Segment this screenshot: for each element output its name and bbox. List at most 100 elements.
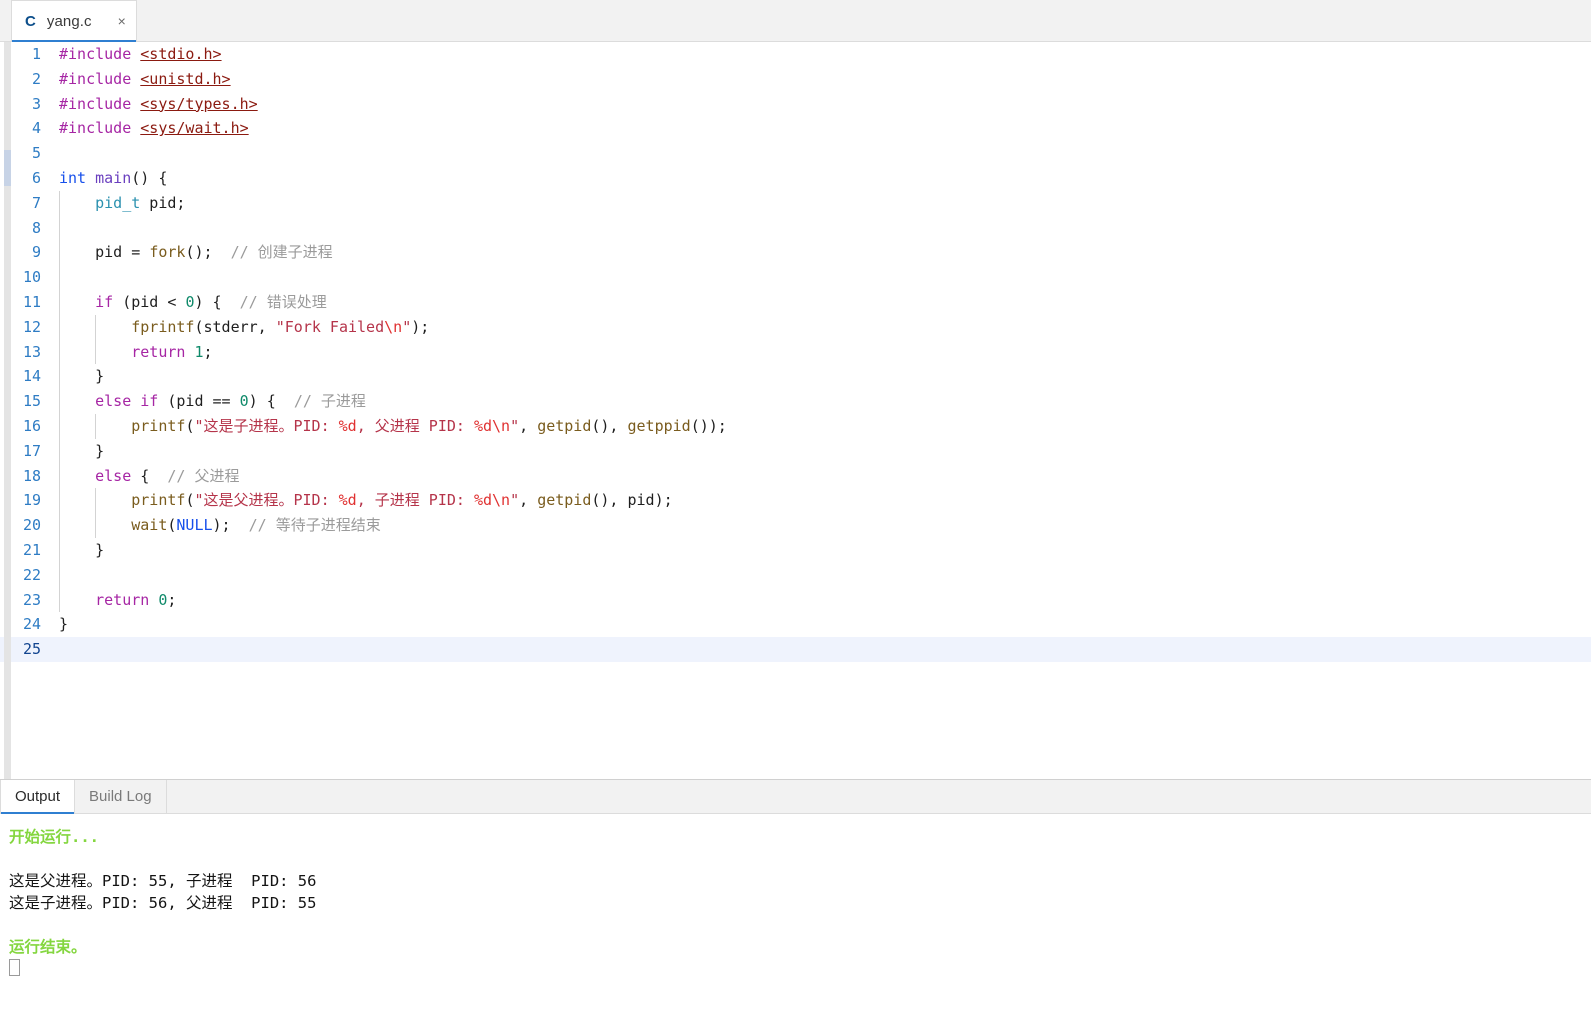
code-line-text: fprintf(stderr, "Fork Failed\n");: [59, 315, 1591, 340]
code-token: main: [95, 168, 132, 187]
code-token: pid;: [140, 193, 186, 212]
code-editor-area[interactable]: 1 #include <stdio.h> 2 #include <unistd.h> 3…: [0, 42, 1591, 779]
code-token: ) {: [248, 392, 294, 411]
code-token: }: [59, 441, 105, 460]
code-token: %d: [338, 416, 357, 435]
code-line[interactable]: 2 #include <unistd.h>: [0, 67, 1591, 92]
output-tab-bar-filler: [167, 780, 1591, 813]
code-line[interactable]: 20 wait(NULL); // 等待子进程结束: [0, 513, 1591, 538]
code-line[interactable]: 5: [0, 141, 1591, 166]
code-token: <unistd.h>: [140, 69, 231, 88]
code-line[interactable]: 13 return 1;: [0, 340, 1591, 365]
code-line-text: return 1;: [59, 340, 1591, 365]
output-tab-label: Build Log: [89, 788, 152, 805]
code-line[interactable]: 16 printf("这是子进程。PID: %d, 父进程 PID: %d\n"…: [0, 414, 1591, 439]
code-line[interactable]: 21 }: [0, 538, 1591, 563]
code-token: (), pid);: [591, 491, 673, 510]
code-token: pid_t: [95, 193, 141, 212]
code-line-text: printf("这是子进程。PID: %d, 父进程 PID: %d\n", g…: [59, 414, 1591, 439]
code-line[interactable]: 22: [0, 563, 1591, 588]
code-token: NULL: [176, 516, 213, 535]
code-line[interactable]: 7 pid_t pid;: [0, 191, 1591, 216]
code-token: fprintf: [131, 317, 195, 336]
code-token: #include: [59, 94, 141, 113]
code-token: getpid: [537, 416, 592, 435]
output-console[interactable]: 开始运行... 这是父进程。PID: 55, 子进程 PID: 56 这是子进程。…: [0, 814, 1591, 1009]
code-token: ,: [519, 416, 538, 435]
code-token: %d: [338, 491, 357, 510]
code-token: }: [59, 367, 105, 386]
editor-scrollbar-thumb[interactable]: [4, 150, 11, 186]
code-line-text: pid_t pid;: [59, 191, 1591, 216]
code-line-text: }: [59, 364, 1591, 389]
code-line[interactable]: 3 #include <sys/types.h>: [0, 92, 1591, 117]
output-tab-build-log[interactable]: Build Log: [75, 780, 167, 813]
code-line[interactable]: 19 printf("这是父进程。PID: %d, 子进程 PID: %d\n"…: [0, 488, 1591, 513]
code-token: // 父进程: [167, 466, 240, 485]
code-token: ;: [167, 590, 177, 609]
code-line[interactable]: 14 }: [0, 364, 1591, 389]
code-token: return: [131, 342, 186, 361]
code-line[interactable]: 1 #include <stdio.h>: [0, 42, 1591, 67]
code-line[interactable]: 18 else { // 父进程: [0, 464, 1591, 489]
code-line-text: }: [59, 439, 1591, 464]
missing-glyph-box-icon: [9, 959, 20, 976]
code-token: ());: [690, 416, 727, 435]
code-token: }: [59, 540, 105, 559]
code-token: printf: [131, 416, 186, 435]
code-line[interactable]: 24}: [0, 612, 1591, 637]
code-token: // 等待子进程结束: [248, 516, 381, 535]
code-line[interactable]: 6 int main() {: [0, 166, 1591, 191]
code-line-text: #include <sys/wait.h>: [59, 116, 1591, 141]
code-line[interactable]: 9 pid = fork(); // 创建子进程: [0, 240, 1591, 265]
code-token: getppid: [627, 416, 691, 435]
code-line[interactable]: 12 fprintf(stderr, "Fork Failed\n");: [0, 315, 1591, 340]
code-token: 1: [194, 342, 204, 361]
code-line[interactable]: 10: [0, 265, 1591, 290]
code-token: ) {: [194, 292, 240, 311]
code-token: wait: [131, 516, 168, 535]
code-token: (stderr,: [194, 317, 276, 336]
code-token: );: [212, 516, 249, 535]
code-line-text: int main() {: [59, 166, 1591, 191]
code-line[interactable]: 8: [0, 216, 1591, 241]
code-token: #include: [59, 69, 141, 88]
code-line[interactable]: 4 #include <sys/wait.h>: [0, 116, 1591, 141]
editor-vertical-scrollbar[interactable]: [4, 42, 11, 779]
editor-tab-yang-c[interactable]: C yang.c ×: [11, 0, 137, 42]
code-lines[interactable]: 1 #include <stdio.h> 2 #include <unistd.h> 3…: [0, 42, 1591, 662]
output-tab-output[interactable]: Output: [0, 780, 76, 814]
output-line: [9, 958, 1591, 980]
code-line-text: }: [59, 538, 1591, 563]
output-text: 开始运行...: [9, 828, 99, 846]
editor-tab-label: yang.c: [46, 12, 92, 30]
code-line[interactable]: 25: [0, 637, 1591, 662]
code-token: ;: [203, 342, 213, 361]
code-token: );: [411, 317, 430, 336]
code-token: <sys/types.h>: [140, 94, 258, 113]
code-line[interactable]: 11 if (pid < 0) { // 错误处理: [0, 290, 1591, 315]
code-token: ": [510, 416, 520, 435]
c-language-icon: C: [25, 12, 36, 30]
code-token: #include: [59, 45, 141, 63]
code-token: pid =: [59, 243, 150, 262]
close-icon[interactable]: ×: [118, 14, 126, 28]
code-token: fork: [149, 243, 186, 262]
code-token: <stdio.h>: [140, 45, 222, 63]
code-line[interactable]: 15 else if (pid == 0) { // 子进程: [0, 389, 1591, 414]
code-token: , 子进程 PID:: [356, 491, 474, 510]
output-text: 运行结束。: [9, 938, 87, 956]
code-line[interactable]: 17 }: [0, 439, 1591, 464]
output-line: 这是父进程。PID: 55, 子进程 PID: 56: [9, 870, 1591, 892]
code-token: %d\n: [473, 416, 511, 435]
code-line[interactable]: 23 return 0;: [0, 588, 1591, 613]
